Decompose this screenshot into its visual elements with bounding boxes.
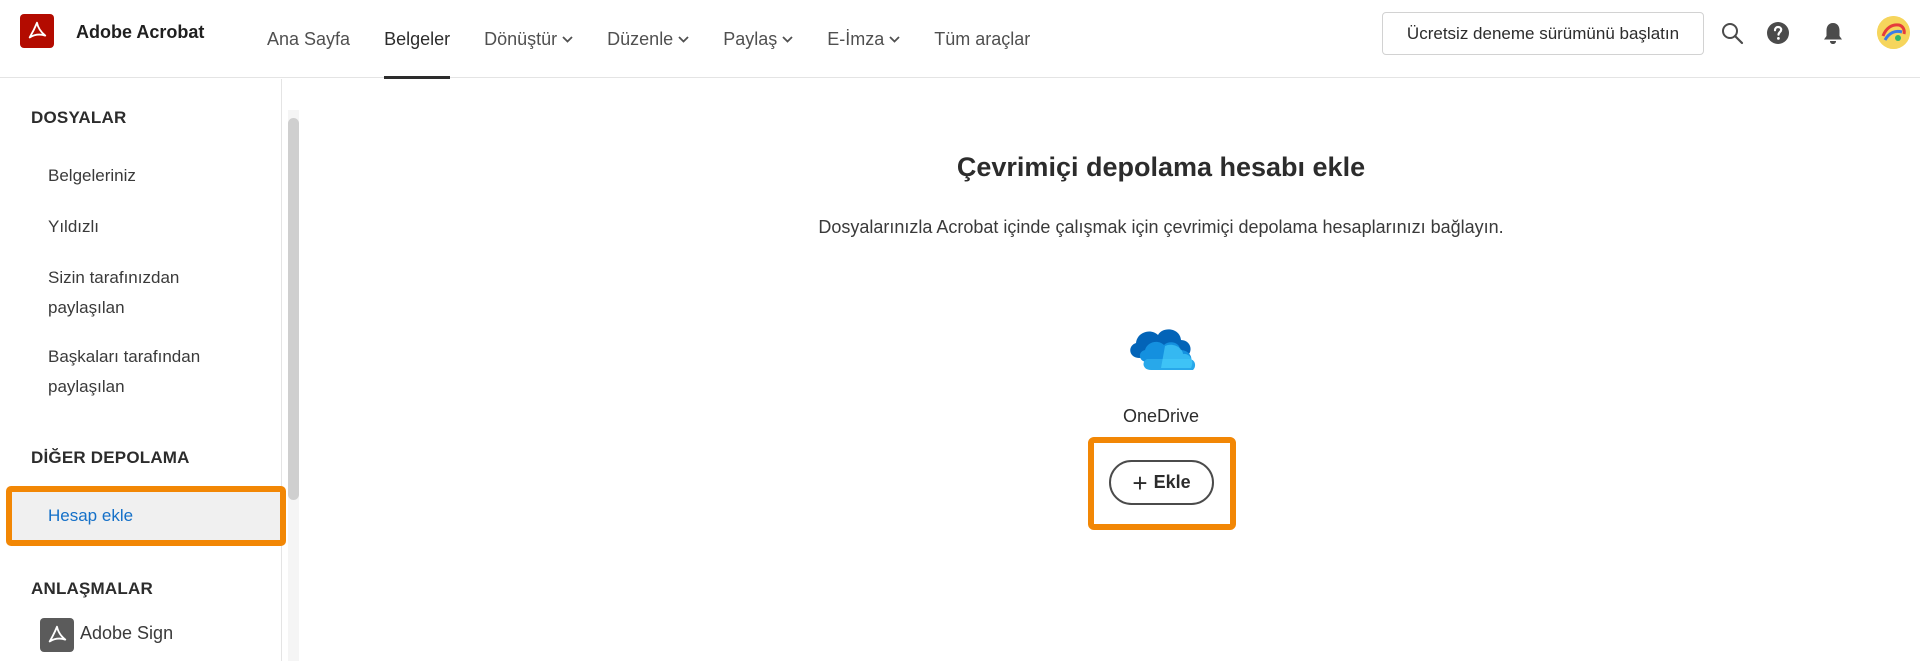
chevron-down-icon xyxy=(678,35,689,43)
main-nav: Ana Sayfa Belgeler Dönüştür Düzenle Payl… xyxy=(250,0,1047,79)
sidebar-item-shared-by-others[interactable]: Başkaları tarafından paylaşılan xyxy=(48,342,238,402)
acrobat-logo-icon[interactable] xyxy=(20,14,54,48)
sidebar-item-add-account-label: Hesap ekle xyxy=(48,506,134,525)
avatar[interactable] xyxy=(1877,16,1910,49)
onedrive-label: OneDrive xyxy=(1122,406,1200,426)
files-heading: DOSYALAR xyxy=(31,108,127,127)
nav-home-label: Ana Sayfa xyxy=(267,28,351,49)
agreements-heading: ANLAŞMALAR xyxy=(31,579,153,598)
nav-home[interactable]: Ana Sayfa xyxy=(250,0,367,78)
top-bar: Adobe Acrobat Ana Sayfa Belgeler Dönüştü… xyxy=(0,0,1920,79)
sidebar-item-shared-by-you[interactable]: Sizin tarafınızdan paylaşılan xyxy=(48,263,218,323)
app-name[interactable]: Adobe Acrobat xyxy=(76,22,204,43)
page-title: Çevrimiçi depolama hesabı ekle xyxy=(956,152,1366,182)
other-storage-heading: DİĞER DEPOLAMA xyxy=(31,448,190,467)
help-icon[interactable] xyxy=(1764,19,1792,47)
nav-edit[interactable]: Düzenle xyxy=(590,0,706,78)
search-icon[interactable] xyxy=(1718,19,1746,47)
add-button-label: Ekle xyxy=(1153,472,1191,492)
nav-share-label: Paylaş xyxy=(723,28,778,49)
bell-icon[interactable] xyxy=(1819,19,1847,47)
nav-convert-label: Dönüştür xyxy=(484,28,558,49)
nav-all-tools-label: Tüm araçlar xyxy=(934,28,1031,49)
chevron-down-icon xyxy=(782,35,793,43)
add-onedrive-button[interactable]: + Ekle xyxy=(1109,460,1214,505)
nav-share[interactable]: Paylaş xyxy=(706,0,810,78)
page-subtitle: Dosyalarınızla Acrobat içinde çalışmak i… xyxy=(818,217,1504,237)
nav-edit-label: Düzenle xyxy=(607,28,674,49)
onedrive-cloud-icon xyxy=(1125,322,1197,372)
nav-convert[interactable]: Dönüştür xyxy=(467,0,590,78)
sidebar-item-adobe-sign[interactable]: Adobe Sign xyxy=(80,623,173,644)
nav-esign[interactable]: E-İmza xyxy=(810,0,917,78)
start-free-trial-button[interactable]: Ücretsiz deneme sürümünü başlatın xyxy=(1382,12,1704,55)
plus-icon: + xyxy=(1132,467,1148,498)
chevron-down-icon xyxy=(562,35,573,43)
chevron-down-icon xyxy=(889,35,900,43)
nav-esign-label: E-İmza xyxy=(827,28,885,49)
adobe-sign-icon[interactable] xyxy=(40,618,74,652)
nav-all-tools[interactable]: Tüm araçlar xyxy=(917,0,1047,78)
nav-documents[interactable]: Belgeler xyxy=(367,0,467,79)
nav-documents-label: Belgeler xyxy=(384,28,451,49)
